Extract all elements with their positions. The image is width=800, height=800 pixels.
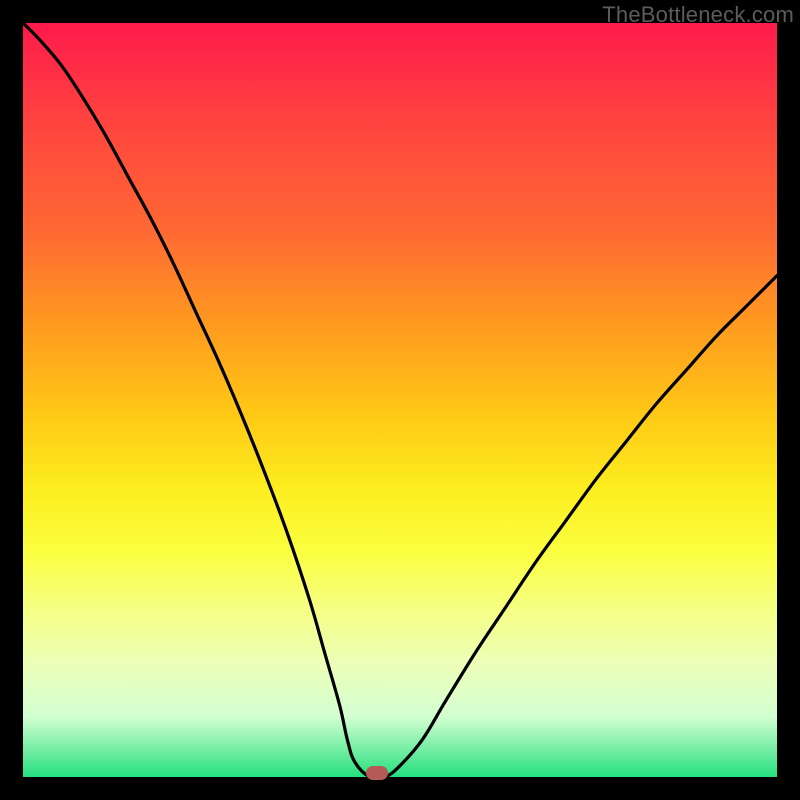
chart-frame: TheBottleneck.com bbox=[0, 0, 800, 800]
optimal-point-marker bbox=[366, 766, 388, 780]
bottleneck-curve bbox=[23, 23, 777, 777]
watermark-text: TheBottleneck.com bbox=[602, 2, 794, 28]
chart-plot-area bbox=[23, 23, 777, 777]
